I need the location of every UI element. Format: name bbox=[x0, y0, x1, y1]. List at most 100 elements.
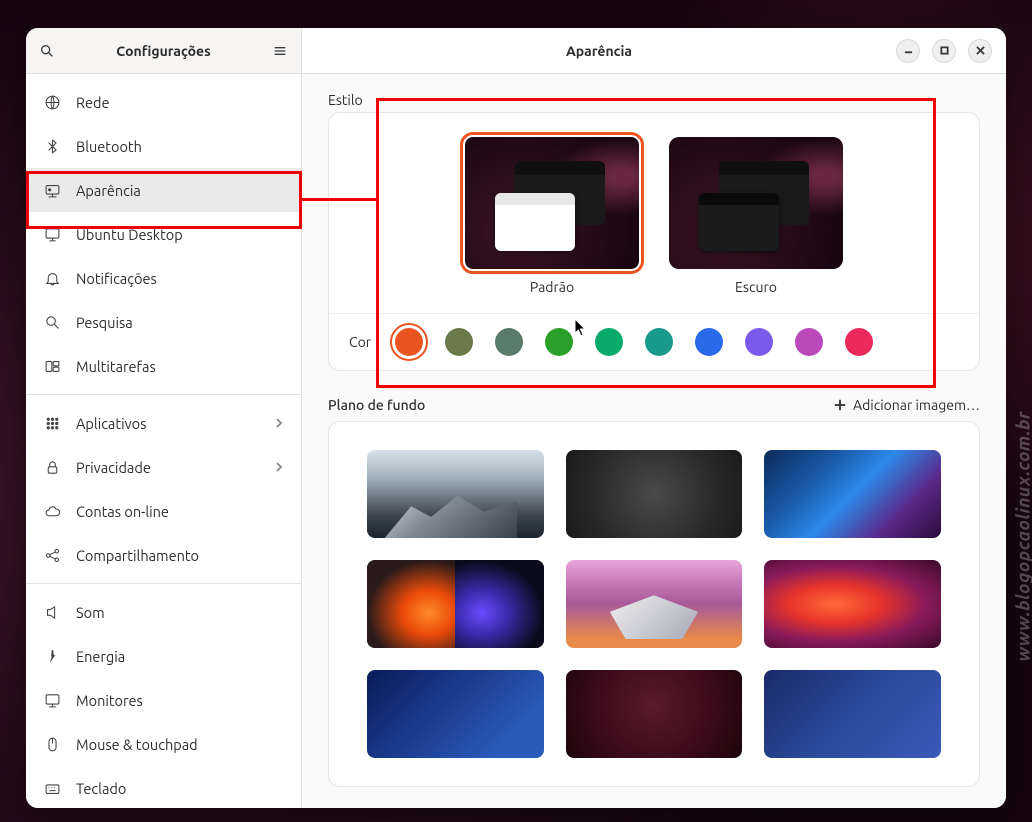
sidebar-item-label: Teclado bbox=[76, 780, 126, 797]
titlebar-right: Aparência bbox=[302, 28, 1006, 73]
multitasking-icon bbox=[42, 356, 62, 376]
sidebar-item-bluetooth[interactable]: Bluetooth bbox=[26, 124, 301, 168]
color-swatch-0[interactable] bbox=[395, 328, 423, 356]
sidebar-item-lock[interactable]: Privacidade bbox=[26, 445, 301, 489]
wallpaper-blue-streaks[interactable] bbox=[367, 670, 544, 758]
color-swatch-7[interactable] bbox=[745, 328, 773, 356]
sidebar-item-label: Ubuntu Desktop bbox=[76, 226, 183, 243]
style-section-label: Estilo bbox=[328, 92, 980, 108]
sidebar-item-display[interactable]: Monitores bbox=[26, 678, 301, 722]
appearance-icon bbox=[42, 180, 62, 200]
search-icon bbox=[39, 43, 55, 59]
sidebar-item-label: Notificações bbox=[76, 270, 157, 287]
cloud-icon bbox=[42, 501, 62, 521]
sidebar-item-keyboard[interactable]: Teclado bbox=[26, 766, 301, 808]
color-swatch-9[interactable] bbox=[845, 328, 873, 356]
wallpaper-mountains[interactable] bbox=[367, 450, 544, 538]
chevron-right-icon bbox=[273, 459, 285, 476]
settings-window: Configurações Aparência Rede Bluetooth Apa… bbox=[26, 28, 1006, 808]
sidebar-item-label: Monitores bbox=[76, 692, 143, 709]
sidebar-item-desktop[interactable]: Ubuntu Desktop bbox=[26, 212, 301, 256]
sidebar-item-label: Rede bbox=[76, 94, 110, 111]
sidebar-item-multitasking[interactable]: Multitarefas bbox=[26, 344, 301, 388]
theme-options: Padrão Escuro bbox=[329, 113, 979, 313]
add-image-label: Adicionar imagem… bbox=[853, 397, 980, 413]
color-swatch-6[interactable] bbox=[695, 328, 723, 356]
network-icon bbox=[42, 92, 62, 112]
wallpaper-grid bbox=[329, 422, 979, 786]
wallpaper-split-abstract[interactable] bbox=[367, 560, 544, 648]
maximize-button[interactable] bbox=[932, 39, 956, 63]
sidebar[interactable]: Rede Bluetooth Aparência Ubuntu Desktop Noti… bbox=[26, 74, 302, 808]
color-swatch-1[interactable] bbox=[445, 328, 473, 356]
sidebar-separator bbox=[26, 583, 301, 584]
sidebar-item-label: Bluetooth bbox=[76, 138, 142, 155]
sound-icon bbox=[42, 602, 62, 622]
background-title: Plano de fundo bbox=[328, 397, 425, 413]
sidebar-item-apps[interactable]: Aplicativos bbox=[26, 401, 301, 445]
sidebar-item-mouse[interactable]: Mouse & touchpad bbox=[26, 722, 301, 766]
background-header: Plano de fundo Adicionar imagem… bbox=[328, 397, 980, 413]
bluetooth-icon bbox=[42, 136, 62, 156]
theme-dark[interactable]: Escuro bbox=[669, 137, 843, 295]
color-row: Cor bbox=[329, 313, 979, 370]
color-swatch-8[interactable] bbox=[795, 328, 823, 356]
search-button[interactable] bbox=[32, 36, 62, 66]
theme-dark-label: Escuro bbox=[669, 279, 843, 295]
wallpaper-blue-streaks-2[interactable] bbox=[764, 670, 941, 758]
display-icon bbox=[42, 690, 62, 710]
plus-icon bbox=[833, 398, 847, 412]
sidebar-item-bell[interactable]: Notificações bbox=[26, 256, 301, 300]
sidebar-item-network[interactable]: Rede bbox=[26, 80, 301, 124]
wallpaper-dark-dots[interactable] bbox=[566, 450, 743, 538]
chevron-right-icon bbox=[273, 415, 285, 432]
sidebar-item-label: Mouse & touchpad bbox=[76, 736, 198, 753]
wallpaper-orange-swirl[interactable] bbox=[764, 560, 941, 648]
sidebar-item-label: Privacidade bbox=[76, 459, 151, 476]
sidebar-title: Configurações bbox=[68, 43, 259, 59]
minimize-button[interactable] bbox=[896, 39, 920, 63]
content-area: Estilo Padrão E bbox=[302, 74, 1006, 808]
color-swatches bbox=[395, 328, 873, 356]
mouse-icon bbox=[42, 734, 62, 754]
titlebar: Configurações Aparência bbox=[26, 28, 1006, 74]
hamburger-icon bbox=[272, 43, 288, 59]
sidebar-item-sound[interactable]: Som bbox=[26, 590, 301, 634]
search-icon bbox=[42, 312, 62, 332]
close-icon bbox=[976, 46, 985, 55]
sidebar-item-appearance[interactable]: Aparência bbox=[26, 168, 301, 212]
color-swatch-5[interactable] bbox=[645, 328, 673, 356]
sidebar-item-label: Compartilhamento bbox=[76, 547, 199, 564]
color-swatch-4[interactable] bbox=[595, 328, 623, 356]
maximize-icon bbox=[940, 46, 949, 55]
sidebar-item-label: Multitarefas bbox=[76, 358, 156, 375]
keyboard-icon bbox=[42, 778, 62, 798]
desktop-icon bbox=[42, 224, 62, 244]
theme-default-label: Padrão bbox=[465, 279, 639, 295]
close-button[interactable] bbox=[968, 39, 992, 63]
theme-default[interactable]: Padrão bbox=[465, 137, 639, 295]
wallpaper-maroon-dots[interactable] bbox=[566, 670, 743, 758]
sidebar-item-label: Contas on-line bbox=[76, 503, 169, 520]
menu-button[interactable] bbox=[265, 36, 295, 66]
lock-icon bbox=[42, 457, 62, 477]
wallpaper-card bbox=[328, 421, 980, 787]
sidebar-item-label: Aparência bbox=[76, 182, 141, 199]
wallpaper-blue-leaves[interactable] bbox=[764, 450, 941, 538]
sidebar-item-search[interactable]: Pesquisa bbox=[26, 300, 301, 344]
sidebar-item-cloud[interactable]: Contas on-line bbox=[26, 489, 301, 533]
page-title: Aparência bbox=[302, 43, 896, 59]
add-image-button[interactable]: Adicionar imagem… bbox=[833, 397, 980, 413]
share-icon bbox=[42, 545, 62, 565]
wallpaper-purple-polygon[interactable] bbox=[566, 560, 743, 648]
apps-icon bbox=[42, 413, 62, 433]
style-card: Padrão Escuro Cor bbox=[328, 112, 980, 371]
color-swatch-3[interactable] bbox=[545, 328, 573, 356]
sidebar-item-label: Som bbox=[76, 604, 105, 621]
sidebar-item-share[interactable]: Compartilhamento bbox=[26, 533, 301, 577]
color-swatch-2[interactable] bbox=[495, 328, 523, 356]
titlebar-left: Configurações bbox=[26, 28, 302, 73]
sidebar-item-power[interactable]: Energia bbox=[26, 634, 301, 678]
sidebar-item-label: Pesquisa bbox=[76, 314, 133, 331]
minimize-icon bbox=[904, 46, 913, 55]
